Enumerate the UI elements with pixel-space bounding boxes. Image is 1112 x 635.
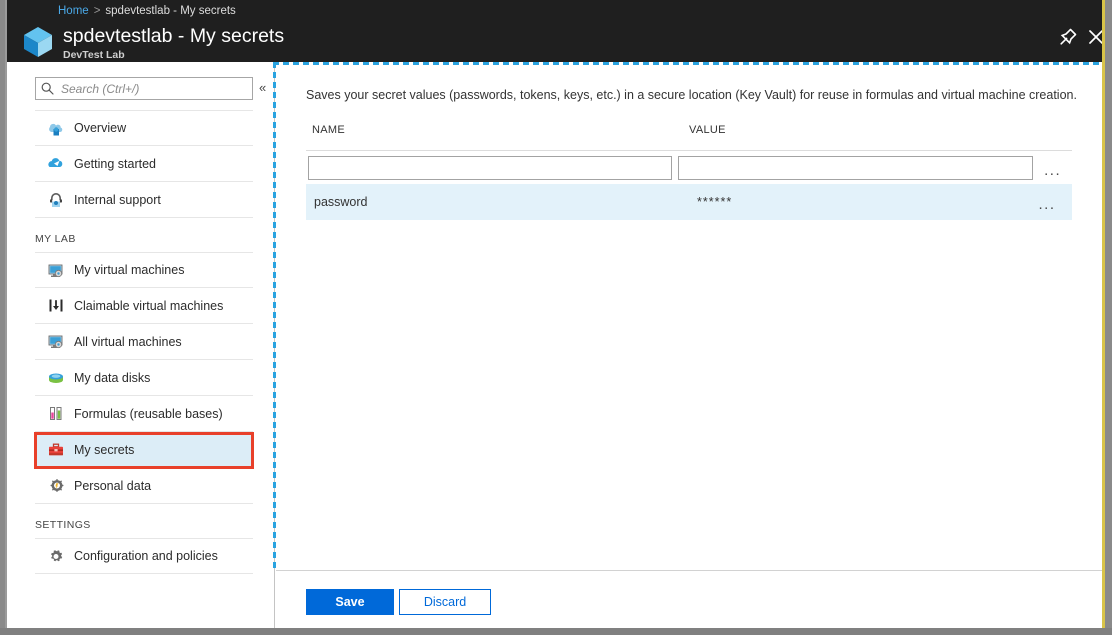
sidebar-item-label: Personal data: [74, 479, 151, 493]
sidebar-item-label: All virtual machines: [74, 335, 182, 349]
sidebar-item-label: Internal support: [74, 193, 161, 207]
getting-started-icon: [44, 154, 68, 174]
new-secret-name-input[interactable]: [309, 157, 671, 179]
breadcrumb: Home > spdevtestlab - My secrets: [58, 5, 236, 17]
sidebar-item-label: Overview: [74, 121, 126, 135]
new-secret-context-menu-button[interactable]: ...: [1033, 160, 1072, 176]
sidebar-item-overview[interactable]: Overview: [35, 110, 253, 146]
new-secret-name-field[interactable]: [308, 156, 672, 180]
sidebar-section-my-lab: MY LAB: [35, 218, 253, 252]
overview-icon: [44, 118, 68, 138]
close-icon[interactable]: [1085, 26, 1105, 48]
secrets-icon: [44, 440, 68, 460]
pin-icon[interactable]: [1057, 26, 1079, 48]
formulas-icon: [44, 404, 68, 424]
internal-support-icon: [44, 190, 68, 210]
sidebar-item-getting-started[interactable]: Getting started: [35, 146, 253, 182]
sidebar-nav-list: Overview Getting started: [7, 110, 275, 574]
secret-context-menu-button[interactable]: ...: [1027, 194, 1067, 210]
sidebar-item-claimable-virtual-machines[interactable]: Claimable virtual machines: [35, 288, 253, 324]
all-vm-icon: [44, 332, 68, 352]
sidebar-item-my-secrets[interactable]: My secrets: [35, 432, 253, 468]
sidebar-item-label: My secrets: [74, 443, 134, 457]
sidebar-item-my-secrets-wrapper: My secrets: [7, 432, 275, 468]
sidebar-item-label: Getting started: [74, 157, 156, 171]
left-navigation-sidebar: « Overview: [7, 62, 275, 628]
sidebar-item-label: Formulas (reusable bases): [74, 407, 223, 421]
sidebar-item-personal-data[interactable]: Personal data: [35, 468, 253, 504]
sidebar-search-row: «: [7, 62, 275, 102]
breadcrumb-current: spdevtestlab - My secrets: [105, 5, 235, 17]
sidebar-section-settings: SETTINGS: [35, 504, 253, 538]
sidebar-item-configuration-and-policies[interactable]: Configuration and policies: [35, 538, 253, 574]
search-input[interactable]: [59, 81, 234, 97]
callout-dashed-line-left: [273, 62, 276, 570]
search-icon: [41, 82, 54, 95]
secret-value-cell: ******: [689, 195, 1027, 209]
discard-button[interactable]: Discard: [399, 589, 491, 615]
secrets-description: Saves your secret values (passwords, tok…: [306, 88, 1077, 102]
virtual-machine-icon: [44, 260, 68, 280]
data-disk-icon: [44, 368, 68, 388]
sidebar-item-label: Configuration and policies: [74, 549, 218, 563]
personal-data-icon: [44, 476, 68, 496]
command-footer: Save Discard: [276, 571, 1102, 628]
sidebar-item-formulas[interactable]: Formulas (reusable bases): [35, 396, 253, 432]
secret-name-cell: password: [306, 195, 689, 209]
sidebar-item-internal-support[interactable]: Internal support: [35, 182, 253, 218]
azure-portal-window: Home > spdevtestlab - My secrets spdevtest…: [5, 0, 1105, 628]
page-subtitle: DevTest Lab: [63, 49, 284, 62]
breadcrumb-separator: >: [94, 5, 101, 17]
gear-icon: [44, 546, 68, 566]
window-bottom-strip: [0, 628, 1112, 635]
main-content-pane: Saves your secret values (passwords, tok…: [276, 62, 1102, 628]
secrets-table: NAME VALUE ... password: [306, 124, 1072, 220]
sidebar-item-label: My virtual machines: [74, 263, 184, 277]
new-secret-row: ...: [306, 151, 1072, 184]
column-header-name: NAME: [306, 124, 689, 136]
column-header-value: VALUE: [689, 124, 1027, 136]
callout-dashed-line-top: [273, 62, 1102, 65]
portal-header: Home > spdevtestlab - My secrets spdevtest…: [7, 0, 1102, 62]
screenshot-root: Home > spdevtestlab - My secrets spdevtest…: [0, 0, 1112, 635]
devtest-lab-cube-icon: [23, 26, 53, 58]
collapse-sidebar-button[interactable]: «: [259, 81, 266, 95]
claimable-vm-icon: [44, 296, 68, 316]
sidebar-item-label: Claimable virtual machines: [74, 299, 223, 313]
sidebar-item-my-virtual-machines[interactable]: My virtual machines: [35, 252, 253, 288]
new-secret-value-field[interactable]: [678, 156, 1033, 180]
search-box[interactable]: [35, 77, 253, 100]
sidebar-item-my-data-disks[interactable]: My data disks: [35, 360, 253, 396]
page-title-block: spdevtestlab - My secrets DevTest Lab: [63, 25, 284, 62]
table-header-row: NAME VALUE: [306, 124, 1072, 151]
page-title: spdevtestlab - My secrets: [63, 25, 284, 48]
new-secret-value-input[interactable]: [679, 157, 1032, 179]
chevron-double-left-icon: «: [259, 80, 266, 95]
save-button[interactable]: Save: [306, 589, 394, 615]
breadcrumb-home-link[interactable]: Home: [58, 5, 89, 17]
sidebar-item-label: My data disks: [74, 371, 150, 385]
sidebar-item-all-virtual-machines[interactable]: All virtual machines: [35, 324, 253, 360]
table-row[interactable]: password ****** ...: [306, 184, 1072, 220]
